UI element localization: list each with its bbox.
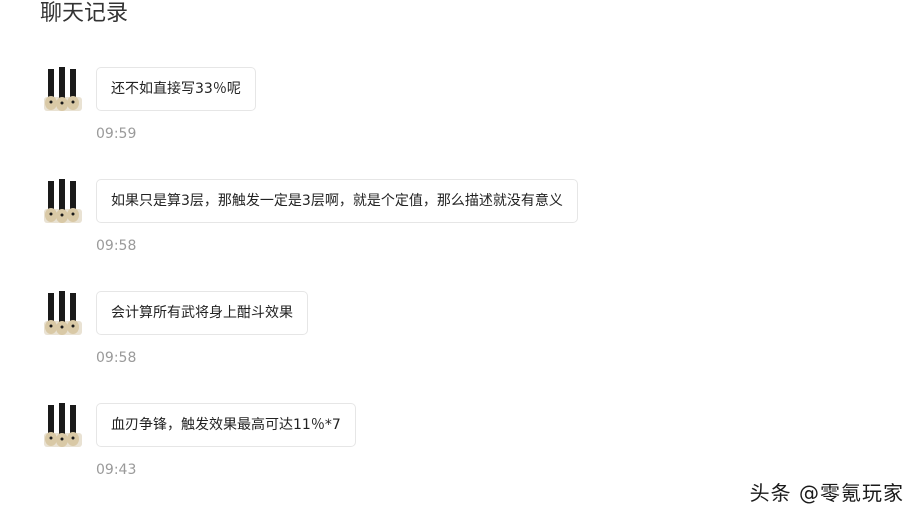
chat-message: 会计算所有武将身上酣斗效果 09:58: [42, 291, 742, 381]
message-bubble[interactable]: 还不如直接写33％呢: [96, 67, 256, 111]
avatar[interactable]: [42, 291, 84, 337]
avatar[interactable]: [42, 179, 84, 225]
chat-message: 还不如直接写33％呢 09:59: [42, 67, 742, 157]
watermark: 头条 @零氪玩家: [749, 481, 904, 505]
message-time: 09:43: [96, 462, 137, 478]
message-time: 09:59: [96, 126, 137, 142]
message-bubble[interactable]: 会计算所有武将身上酣斗效果: [96, 291, 308, 335]
avatar[interactable]: [42, 403, 84, 449]
message-bubble[interactable]: 血刃争锋，触发效果最高可达11％*7: [96, 403, 356, 447]
message-time: 09:58: [96, 350, 137, 366]
message-time: 09:58: [96, 238, 137, 254]
page-title: 聊天记录: [40, 1, 129, 26]
message-bubble[interactable]: 如果只是算3层，那触发一定是3层啊，就是个定值，那么描述就没有意义: [96, 179, 578, 223]
avatar[interactable]: [42, 67, 84, 113]
chat-message: 如果只是算3层，那触发一定是3层啊，就是个定值，那么描述就没有意义 09:58: [42, 179, 742, 269]
chat-message: 血刃争锋，触发效果最高可达11％*7 09:43: [42, 403, 742, 493]
